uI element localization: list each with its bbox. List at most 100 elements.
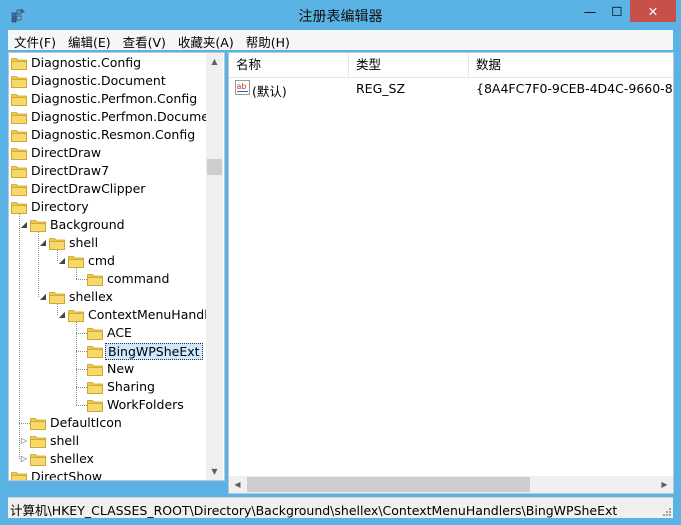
tree-item[interactable]: BingWPSheExt	[9, 342, 206, 360]
title-bar[interactable]: 注册表编辑器 — ☐ ✕	[0, 0, 681, 30]
menu-favorites[interactable]: 收藏夹(A)	[172, 30, 240, 50]
scroll-up-arrow-icon[interactable]: ▲	[206, 53, 223, 70]
folder-icon	[30, 434, 46, 448]
tree-item-label: shellex	[50, 451, 94, 466]
tree-item-label: DirectDraw	[31, 145, 102, 160]
tree-item[interactable]: Diagnostic.Document	[9, 72, 206, 90]
tree-item[interactable]: ◢ shell	[9, 234, 206, 252]
tree-item-label: cmd	[88, 253, 115, 268]
tree-collapsed-arrow-icon[interactable]: ▷	[19, 450, 29, 468]
folder-icon	[87, 326, 103, 340]
maximize-button[interactable]: ☐	[604, 0, 630, 22]
tree-item-label: DirectDrawClipper	[31, 181, 146, 196]
tree-expanded-arrow-icon[interactable]: ◢	[38, 288, 48, 306]
tree-item-label: shellex	[69, 289, 113, 304]
tree-expanded-arrow-icon[interactable]: ◢	[57, 306, 67, 324]
menu-view[interactable]: 查看(V)	[117, 30, 172, 50]
folder-icon	[11, 146, 27, 160]
menu-file[interactable]: 文件(F)	[8, 30, 62, 50]
folder-icon	[87, 380, 103, 394]
value-list-pane[interactable]: 名称 类型 数据 ab (默认) REG_SZ {8A4FC7F0-9CEB-4…	[228, 52, 674, 494]
list-scroll-thumb[interactable]	[247, 477, 530, 492]
list-horizontal-scrollbar[interactable]: ◀ ▶	[229, 476, 673, 493]
tree-item-label: Directory	[31, 199, 89, 214]
folder-icon	[87, 362, 103, 376]
key-tree-pane[interactable]: Diagnostic.Config Diagnostic.Document Diag…	[8, 52, 225, 481]
tree-item[interactable]: WorkFolders	[9, 396, 206, 414]
close-button[interactable]: ✕	[630, 0, 676, 22]
string-value-icon: ab	[235, 80, 250, 95]
tree-item[interactable]: ◢ shellex	[9, 288, 206, 306]
tree-item[interactable]: ◢ cmd	[9, 252, 206, 270]
tree-item[interactable]: Sharing	[9, 378, 206, 396]
tree-item-label: ContextMenuHandlers	[88, 307, 206, 322]
tree-item[interactable]: ▷ shell	[9, 432, 206, 450]
tree-item[interactable]: Diagnostic.Perfmon.Config	[9, 90, 206, 108]
tree-item-label: WorkFolders	[107, 397, 184, 412]
tree-expanded-arrow-icon[interactable]: ◢	[19, 216, 29, 234]
scroll-left-arrow-icon[interactable]: ◀	[229, 476, 246, 493]
menu-help[interactable]: 帮助(H)	[240, 30, 296, 50]
tree-item[interactable]: ◢ ContextMenuHandlers	[9, 306, 206, 324]
minimize-button[interactable]: —	[576, 0, 604, 22]
tree-item-label: BingWPSheExt	[105, 343, 203, 360]
folder-icon	[68, 308, 84, 322]
tree-item[interactable]: DirectDraw	[9, 144, 206, 162]
menu-edit[interactable]: 编辑(E)	[62, 30, 117, 50]
folder-icon	[11, 164, 27, 178]
tree-item-label: Diagnostic.Document	[31, 73, 166, 88]
tree-item[interactable]: Diagnostic.Perfmon.Document	[9, 108, 206, 126]
tree-collapsed-arrow-icon[interactable]: ▷	[19, 432, 29, 450]
value-data: {8A4FC7F0-9CEB-4D4C-9660-82FD	[476, 81, 673, 96]
folder-icon	[30, 218, 46, 232]
tree-item-label: command	[107, 271, 170, 286]
key-tree: Diagnostic.Config Diagnostic.Document Diag…	[9, 53, 206, 480]
tree-item[interactable]: DirectShow	[9, 468, 206, 480]
folder-icon	[11, 56, 27, 70]
column-header-type[interactable]: 类型	[349, 53, 469, 77]
tree-item-label: DefaultIcon	[50, 415, 122, 430]
value-row[interactable]: ab (默认) REG_SZ {8A4FC7F0-9CEB-4D4C-9660-…	[229, 78, 673, 99]
folder-icon	[87, 344, 103, 358]
tree-item[interactable]: DefaultIcon	[9, 414, 206, 432]
status-bar: 计算机\HKEY_CLASSES_ROOT\Directory\Backgrou…	[8, 497, 673, 518]
folder-icon	[11, 92, 27, 106]
tree-item[interactable]: ◢ Background	[9, 216, 206, 234]
tree-scroll-thumb[interactable]	[207, 159, 222, 175]
tree-item[interactable]: New	[9, 360, 206, 378]
tree-item-label: Diagnostic.Perfmon.Config	[31, 91, 198, 106]
tree-vertical-scrollbar[interactable]: ▲ ▼	[206, 53, 223, 480]
tree-item[interactable]: Directory	[9, 198, 206, 216]
tree-item[interactable]: Diagnostic.Resmon.Config	[9, 126, 206, 144]
regedit-window: 注册表编辑器 — ☐ ✕ 文件(F) 编辑(E) 查看(V) 收藏夹(A) 帮助…	[0, 0, 681, 525]
tree-expanded-arrow-icon[interactable]: ◢	[57, 252, 67, 270]
tree-item-label: New	[107, 361, 135, 376]
folder-icon	[11, 470, 27, 480]
folder-icon	[11, 200, 27, 214]
folder-icon	[30, 452, 46, 466]
value-name: (默认)	[252, 84, 287, 99]
tree-expanded-arrow-icon[interactable]: ◢	[38, 234, 48, 252]
scroll-down-arrow-icon[interactable]: ▼	[206, 463, 223, 480]
tree-item[interactable]: ▷ shellex	[9, 450, 206, 468]
tree-item-label: Sharing	[107, 379, 155, 394]
tree-item[interactable]: command	[9, 270, 206, 288]
scroll-right-arrow-icon[interactable]: ▶	[656, 476, 673, 493]
column-header-data[interactable]: 数据	[469, 53, 673, 77]
column-header-row: 名称 类型 数据	[229, 53, 673, 78]
tree-item[interactable]: DirectDraw7	[9, 162, 206, 180]
column-header-name[interactable]: 名称	[229, 53, 349, 77]
folder-icon	[30, 416, 46, 430]
folder-icon	[87, 272, 103, 286]
tree-item-label: ACE	[107, 325, 132, 340]
folder-icon	[11, 182, 27, 196]
tree-item-label: shell	[50, 433, 80, 448]
folder-icon	[49, 290, 65, 304]
tree-item[interactable]: ACE	[9, 324, 206, 342]
resize-grip-icon[interactable]	[660, 505, 672, 517]
folder-icon	[11, 128, 27, 142]
tree-item[interactable]: DirectDrawClipper	[9, 180, 206, 198]
folder-icon	[11, 74, 27, 88]
folder-icon	[68, 254, 84, 268]
tree-item[interactable]: Diagnostic.Config	[9, 54, 206, 72]
